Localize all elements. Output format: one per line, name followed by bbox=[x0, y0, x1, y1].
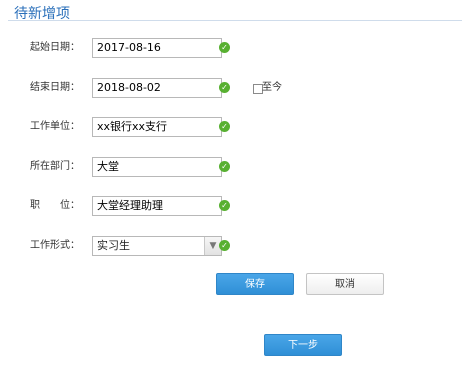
position-field[interactable]: 大堂经理助理 bbox=[92, 196, 222, 216]
work-type-select[interactable]: 实习生 ▼ bbox=[92, 236, 222, 256]
check-circle-icon: ✓ bbox=[219, 240, 230, 251]
check-circle-icon: ✓ bbox=[219, 200, 230, 211]
work-type-label: 工作形式： bbox=[30, 240, 80, 251]
next-step-button[interactable]: 下一步 bbox=[264, 334, 342, 356]
employer-field[interactable]: xx银行xx支行 bbox=[92, 117, 222, 137]
until-now-label: 至今 bbox=[262, 82, 282, 93]
department-field[interactable]: 大堂 bbox=[92, 157, 222, 177]
work-type-value: 实习生 bbox=[97, 239, 130, 252]
check-circle-icon: ✓ bbox=[219, 161, 230, 172]
position-label: 职 位： bbox=[30, 200, 80, 211]
cancel-button[interactable]: 取消 bbox=[306, 273, 384, 295]
title-divider bbox=[8, 20, 462, 21]
end-date-label: 结束日期： bbox=[30, 82, 80, 93]
start-date-field[interactable]: 2017-08-16 bbox=[92, 38, 222, 58]
check-circle-icon: ✓ bbox=[219, 82, 230, 93]
save-button[interactable]: 保存 bbox=[216, 273, 294, 295]
start-date-label: 起始日期： bbox=[30, 42, 80, 53]
end-date-field[interactable]: 2018-08-02 bbox=[92, 78, 222, 98]
department-label: 所在部门： bbox=[30, 161, 80, 172]
check-circle-icon: ✓ bbox=[219, 121, 230, 132]
check-circle-icon: ✓ bbox=[219, 42, 230, 53]
employer-label: 工作单位： bbox=[30, 121, 80, 132]
